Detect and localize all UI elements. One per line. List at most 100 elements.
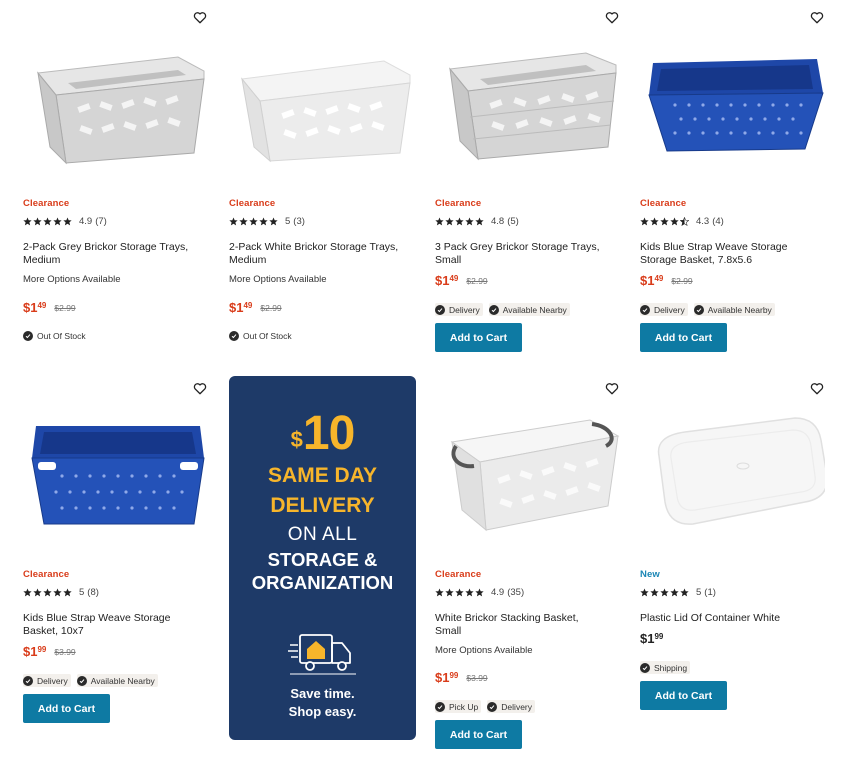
add-to-cart-button[interactable]: Add to Cart <box>640 323 727 352</box>
rating-stars <box>435 217 485 226</box>
review-count: (4) <box>712 216 724 227</box>
star-icon <box>650 217 659 226</box>
product-title-line[interactable]: Small <box>435 254 630 267</box>
price-dollars: $1 <box>229 300 244 315</box>
chip-label: Delivery <box>501 701 532 712</box>
product-title[interactable]: 2-Pack White Brickor Storage Trays, Medi… <box>229 241 424 266</box>
review-count: (1) <box>704 587 716 598</box>
price-cents: 99 <box>449 671 459 680</box>
available-nearby-badge: Available Nearby <box>488 303 570 316</box>
product-rating[interactable]: 4.9 (7) <box>23 216 107 227</box>
product-title[interactable]: Kids Blue Strap Weave Storage Storage Ba… <box>640 241 835 266</box>
star-icon <box>475 588 484 597</box>
product-title[interactable]: 2-Pack Grey Brickor Storage Trays, Mediu… <box>23 241 218 266</box>
product-rating[interactable]: 5 (8) <box>23 587 99 598</box>
add-to-cart-button[interactable]: Add to Cart <box>435 323 522 352</box>
clearance-tag: Clearance <box>229 198 276 209</box>
clearance-tag: Clearance <box>435 569 482 580</box>
product-title-line[interactable]: White Brickor Stacking Basket, <box>435 612 630 625</box>
star-icon <box>455 217 464 226</box>
product-title-line[interactable]: Small <box>435 625 630 638</box>
product-rating[interactable]: 5 (3) <box>229 216 305 227</box>
availability-chips: Pick Up Delivery <box>435 700 535 713</box>
product-title-line[interactable]: Medium <box>229 254 424 267</box>
star-icon <box>445 588 454 597</box>
product-image[interactable] <box>640 30 830 170</box>
product-image[interactable] <box>23 401 213 541</box>
product-rating[interactable]: 5 (1) <box>640 587 716 598</box>
product-title-line[interactable]: 2-Pack White Brickor Storage Trays, <box>229 241 424 254</box>
promo-line: ORGANIZATION <box>251 572 394 593</box>
available-nearby-badge: Available Nearby <box>76 674 158 687</box>
wishlist-heart-icon[interactable] <box>193 382 207 396</box>
star-icon <box>23 217 32 226</box>
wishlist-heart-icon[interactable] <box>193 11 207 25</box>
star-icon <box>465 217 474 226</box>
available-nearby-badge: Available Nearby <box>693 303 775 316</box>
product-image[interactable] <box>640 401 830 541</box>
star-icon <box>455 588 464 597</box>
product-title[interactable]: White Brickor Stacking Basket, Small <box>435 612 630 637</box>
product-title[interactable]: 3 Pack Grey Brickor Storage Trays, Small <box>435 241 630 266</box>
star-icon <box>43 217 52 226</box>
product-title-line[interactable]: 3 Pack Grey Brickor Storage Trays, <box>435 241 630 254</box>
chip-label: Available Nearby <box>502 304 567 315</box>
wishlist-heart-icon[interactable] <box>605 382 619 396</box>
more-options-link[interactable]: More Options Available <box>435 645 533 656</box>
status-label: Out Of Stock <box>37 330 86 341</box>
rating-stars <box>229 217 279 226</box>
product-title-line[interactable]: Kids Blue Strap Weave Storage <box>640 241 835 254</box>
star-icon <box>53 588 62 597</box>
rating-stars <box>435 588 485 597</box>
star-icon <box>53 217 62 226</box>
product-image[interactable] <box>23 30 213 170</box>
add-to-cart-button[interactable]: Add to Cart <box>640 681 727 710</box>
star-icon <box>670 217 679 226</box>
product-title-line[interactable]: Kids Blue Strap Weave Storage <box>23 612 218 625</box>
review-count: (7) <box>95 216 107 227</box>
original-price: $2.99 <box>260 303 282 313</box>
availability-chips: Delivery Available Nearby <box>23 674 158 687</box>
add-to-cart-button[interactable]: Add to Cart <box>23 694 110 723</box>
check-circle-icon <box>640 304 650 315</box>
add-to-cart-button[interactable]: Add to Cart <box>435 720 522 749</box>
product-rating[interactable]: 4.9 (35) <box>435 587 524 598</box>
wishlist-heart-icon[interactable] <box>810 382 824 396</box>
product-image[interactable] <box>435 30 625 170</box>
star-icon <box>33 217 42 226</box>
product-price: $1 49 $2.99 <box>229 300 282 316</box>
review-count: (35) <box>507 587 525 598</box>
availability-chips: Shipping <box>640 661 691 674</box>
product-title[interactable]: Kids Blue Strap Weave Storage Basket, 10… <box>23 612 218 637</box>
chip-label: Available Nearby <box>90 675 155 686</box>
wishlist-heart-icon[interactable] <box>605 11 619 25</box>
rating-score: 5 <box>285 216 291 227</box>
promo-line: ON ALL <box>287 524 358 545</box>
chip-label: Delivery <box>37 675 68 686</box>
product-title-line[interactable]: Plastic Lid Of Container White <box>640 612 835 625</box>
check-circle-icon <box>23 330 33 341</box>
star-icon <box>650 588 659 597</box>
promo-amount: $10 <box>229 408 416 460</box>
availability-chips: Delivery Available Nearby <box>435 303 570 316</box>
product-title-line[interactable]: Medium <box>23 254 218 267</box>
clearance-tag: Clearance <box>23 198 70 209</box>
rating-stars <box>23 588 73 597</box>
product-title[interactable]: Plastic Lid Of Container White <box>640 612 835 625</box>
more-options-link[interactable]: More Options Available <box>229 274 327 285</box>
product-title-line[interactable]: Storage Basket, 7.8x5.6 <box>640 254 835 267</box>
more-options-link[interactable]: More Options Available <box>23 274 121 285</box>
check-circle-icon <box>76 675 87 686</box>
check-circle-icon <box>693 304 704 315</box>
product-image[interactable] <box>435 401 625 541</box>
promo-banner[interactable]: $10 SAME DAY DELIVERY ON ALL STORAGE & O… <box>229 376 416 740</box>
star-icon <box>435 588 444 597</box>
wishlist-heart-icon[interactable] <box>810 11 824 25</box>
product-rating[interactable]: 4.8 (5) <box>435 216 519 227</box>
product-title-line[interactable]: Basket, 10x7 <box>23 625 218 638</box>
product-title-line[interactable]: 2-Pack Grey Brickor Storage Trays, <box>23 241 218 254</box>
new-tag: New <box>640 569 660 580</box>
product-rating[interactable]: 4.3 (4) <box>640 216 724 227</box>
promo-tagline: Shop easy. <box>288 704 357 719</box>
product-image[interactable] <box>229 30 419 170</box>
